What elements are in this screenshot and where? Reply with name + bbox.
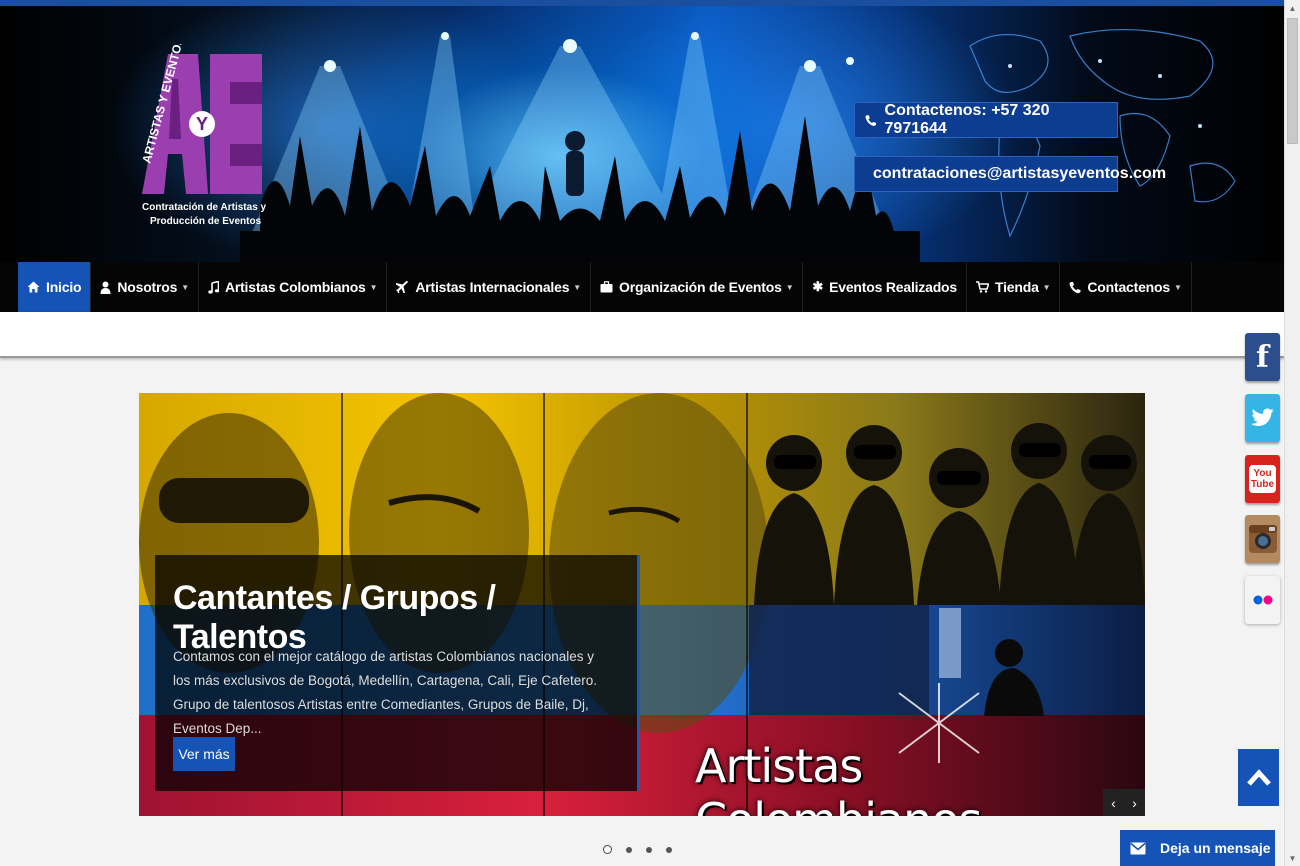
youtube-icon-text-bottom: Tube <box>1250 479 1275 490</box>
nav-label: Contactenos <box>1087 279 1170 295</box>
dropdown-caret-icon: ▼ <box>369 282 378 292</box>
slide-image-title: Artistas Colombianos <box>695 739 982 816</box>
cart-icon <box>976 281 989 293</box>
nav-label: Inicio <box>46 279 82 295</box>
dropdown-caret-icon: ▼ <box>1042 282 1051 292</box>
flickr-button[interactable] <box>1245 576 1280 624</box>
phone-icon <box>865 114 877 126</box>
music-icon <box>208 280 219 294</box>
facebook-icon: f <box>1256 339 1269 375</box>
scroll-to-top-button[interactable] <box>1238 749 1279 806</box>
scrollbar-thumb[interactable] <box>1287 18 1298 144</box>
main-navigation: Inicio Nosotros ▼ Artistas Colombianos ▼… <box>0 262 1284 313</box>
slider-arrows: ‹ › <box>1103 789 1145 816</box>
chat-widget-button[interactable]: Deja un mensaje <box>1120 830 1275 866</box>
logo-tagline-line-2: Producción de Eventos <box>150 216 262 227</box>
nav-label: Eventos Realizados <box>829 279 957 295</box>
dropdown-caret-icon: ▼ <box>785 282 794 292</box>
nav-item-tienda[interactable]: Tienda ▼ <box>967 262 1061 312</box>
site-logo[interactable]: Y ARTISTAS Y EVENTOS Contratación de Art… <box>138 44 268 234</box>
nav-item-contactenos[interactable]: Contactenos ▼ <box>1060 262 1192 312</box>
header-phone-contact[interactable]: Contactenos: +57 320 7971644 <box>854 102 1118 138</box>
nav-item-eventos-realizados[interactable]: ✱ Eventos Realizados <box>803 262 967 312</box>
nav-label: Artistas Internacionales <box>415 279 570 295</box>
briefcase-icon <box>600 281 613 293</box>
chat-widget-label: Deja un mensaje <box>1160 840 1271 856</box>
phone-icon <box>1069 281 1081 293</box>
slider-pagination <box>603 845 672 854</box>
email-address-text: contrataciones@artistasyeventos.com <box>873 165 1167 182</box>
nav-item-organizacion-de-eventos[interactable]: Organización de Eventos ▼ <box>591 262 804 312</box>
youtube-icon-text-top: You <box>1253 468 1272 479</box>
dropdown-caret-icon: ▼ <box>181 282 189 292</box>
scroll-up-arrow-icon[interactable]: ▲ <box>1285 0 1300 16</box>
flickr-icon <box>1253 595 1272 605</box>
hero-slider[interactable]: Cantantes / Grupos / Talentos Contamos c… <box>139 393 1145 816</box>
asterisk-icon: ✱ <box>812 279 824 294</box>
slide-caption-text: Contamos con el mejor catálogo de artist… <box>173 649 597 736</box>
breadcrumb-bar <box>0 312 1284 358</box>
ver-mas-button[interactable]: Ver más <box>173 737 235 771</box>
slider-dot[interactable] <box>646 846 652 853</box>
nav-label: Organización de Eventos <box>619 279 782 295</box>
page-scrollbar[interactable]: ▲ ▼ <box>1284 0 1300 866</box>
nav-item-nosotros[interactable]: Nosotros ▼ <box>91 262 199 312</box>
site-header: Y ARTISTAS Y EVENTOS Contratación de Art… <box>0 6 1284 262</box>
slider-dot[interactable] <box>666 846 672 853</box>
twitter-icon <box>1250 408 1274 426</box>
nav-label: Nosotros <box>117 279 178 295</box>
nav-item-artistas-internacionales[interactable]: Artistas Internacionales ▼ <box>387 262 592 312</box>
header-email-contact[interactable]: contrataciones@artistasyeventos.com <box>854 156 1166 192</box>
nav-label: Tienda <box>995 279 1039 295</box>
twitter-button[interactable] <box>1245 394 1280 442</box>
user-icon <box>100 281 111 294</box>
instagram-button[interactable] <box>1245 515 1280 563</box>
slider-dot[interactable] <box>603 845 612 854</box>
logo-tagline-line-1: Contratación de Artistas y <box>142 202 267 213</box>
facebook-button[interactable]: f <box>1245 333 1280 381</box>
nav-label: Artistas Colombianos <box>224 279 366 295</box>
phone-number-text: Contactenos: +57 320 7971644 <box>884 102 1050 137</box>
slider-prev-button[interactable]: ‹ <box>1103 789 1124 816</box>
nav-item-inicio[interactable]: Inicio <box>18 262 92 312</box>
dropdown-caret-icon: ▼ <box>1173 282 1182 292</box>
slide-caption: Cantantes / Grupos / Talentos Contamos c… <box>155 555 640 791</box>
dropdown-caret-icon: ▼ <box>573 282 582 292</box>
youtube-button[interactable]: You Tube <box>1245 455 1280 503</box>
slider-next-button[interactable]: › <box>1124 789 1145 816</box>
nav-item-artistas-colombianos[interactable]: Artistas Colombianos ▼ <box>199 262 388 312</box>
slider-dot[interactable] <box>626 846 632 853</box>
instagram-icon <box>1248 525 1277 553</box>
plane-icon <box>396 280 409 293</box>
scroll-down-arrow-icon[interactable]: ▼ <box>1285 850 1300 866</box>
svg-text:Y: Y <box>196 114 208 134</box>
chevron-up-icon <box>1246 768 1271 786</box>
envelope-icon <box>1130 842 1146 854</box>
home-icon <box>27 281 40 293</box>
youtube-icon: You Tube <box>1248 465 1277 493</box>
